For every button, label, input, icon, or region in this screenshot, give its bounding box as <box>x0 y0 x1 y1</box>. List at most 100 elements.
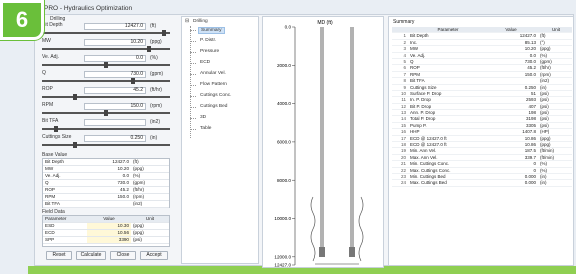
window-titlebar: PRO - Hydraulics Optimization <box>34 4 574 14</box>
openhole-left <box>310 196 316 262</box>
reset-button[interactable]: Reset <box>46 251 72 260</box>
param-slider-knob[interactable] <box>104 110 108 116</box>
tree-root-toggle-icon[interactable]: ⊟ <box>185 19 189 24</box>
summary-row-unit: (ft) <box>540 33 546 39</box>
summary-row-parameter: Min. Ann Vel. <box>410 148 437 154</box>
tree-item[interactable]: Summary <box>198 27 225 34</box>
summary-row-value: 0.0 <box>529 52 536 58</box>
summary-row-parameter: Min. Cuttings Bed <box>410 173 446 179</box>
field-data-row: ECD 10.56 (ppg) <box>43 230 169 237</box>
param-label: MW <box>42 38 51 44</box>
summary-row-value: 187.5 <box>524 148 536 154</box>
param-label: Cuttings Size <box>42 134 72 140</box>
param-slider-track[interactable] <box>42 32 170 34</box>
summary-row-index: 5 <box>403 58 406 64</box>
accept-button[interactable]: Accept <box>140 251 168 260</box>
summary-row-value: 3198 <box>525 116 536 122</box>
summary-row-parameter: Pump P. <box>410 122 427 128</box>
summary-row-value: 10.20 <box>524 46 536 52</box>
tree-item[interactable]: Table <box>198 126 213 131</box>
summary-row-unit: (ppg) <box>540 135 551 141</box>
summary-row-index: 13 <box>400 110 406 116</box>
base-value-row: ROP 45.2 (ft/hr) <box>43 187 169 194</box>
tree-branch-line <box>190 74 196 75</box>
tree-item[interactable]: Flow Pattern <box>198 82 229 87</box>
summary-row-unit: (%) <box>540 167 547 173</box>
param-value-input[interactable]: 12427.0 <box>84 23 146 30</box>
summary-row-index: 4 <box>403 52 406 58</box>
summary-row-value: 3305 <box>525 122 536 128</box>
summary-row-parameter: In. P. Drop <box>410 97 431 103</box>
param-value-input[interactable] <box>84 119 146 126</box>
field-row-value-input[interactable]: 10.56 <box>87 230 131 236</box>
summary-row-parameter: Ve. Adj. <box>410 52 426 58</box>
tree-item[interactable]: P. Distr. <box>198 38 218 43</box>
tree-branch-line <box>190 63 196 64</box>
summary-row-index: 6 <box>403 65 406 71</box>
param-slider-track[interactable] <box>42 128 170 130</box>
param-slider-knob[interactable] <box>147 46 152 52</box>
summary-row-parameter: Q <box>410 58 414 64</box>
tree-branch-line <box>190 41 196 42</box>
param-value-input[interactable]: 0.0 <box>84 55 146 62</box>
param-slider-knob[interactable] <box>131 78 136 84</box>
tree-item[interactable]: Pressure <box>198 49 221 54</box>
summary-row-index: 3 <box>403 46 406 52</box>
calculate-button[interactable]: Calculate <box>76 251 106 260</box>
summary-row-unit: (ft/hr) <box>540 65 551 71</box>
summary-row-parameter: ROP <box>410 65 420 71</box>
summary-row-unit: (in) <box>540 180 547 186</box>
param-value-input[interactable]: 10.20 <box>84 39 146 46</box>
param-slider-knob[interactable] <box>162 30 167 36</box>
base-row-unit: (rpm) <box>133 194 144 199</box>
tree-item[interactable]: Cuttings Bed <box>198 104 229 109</box>
summary-row-parameter: Surface P. Drop <box>410 90 442 96</box>
param-slider-knob[interactable] <box>73 142 77 148</box>
base-row-value: 45.2 <box>120 187 129 192</box>
base-value-row: MW 10.20 (ppg) <box>43 166 169 173</box>
param-value-input[interactable]: 0.250 <box>84 135 146 142</box>
summary-panel: Summary Parameter Value Unit 1 Bit Depth 1… <box>388 16 574 266</box>
param-value-input[interactable]: 730.0 <box>84 71 146 78</box>
summary-row-value: 0.000 <box>524 180 536 186</box>
tree-item[interactable]: ECD <box>198 60 212 65</box>
tree-branch-line <box>190 85 196 86</box>
summary-row-value: 2593 <box>525 97 536 103</box>
summary-row-parameter: RPM <box>410 71 420 77</box>
param-value-input[interactable]: 45.2 <box>84 87 146 94</box>
base-row-value: 0.0 <box>122 173 129 178</box>
summary-row-unit: (%) <box>540 161 547 167</box>
summary-header-unit: Unit <box>551 27 560 32</box>
param-slider-knob[interactable] <box>104 62 108 68</box>
param-slider-knob[interactable] <box>73 94 77 100</box>
close-button[interactable]: Close <box>110 251 136 260</box>
field-row-value-input[interactable]: 3390 <box>87 237 131 243</box>
summary-row-value: 85.13 <box>524 39 536 45</box>
tree-item[interactable]: Cuttings Conc. <box>198 93 233 98</box>
field-row-value-input[interactable]: 10.30 <box>87 223 131 229</box>
tree-root-drilling[interactable]: Drilling <box>193 19 208 24</box>
base-row-name: Ve. Adj. <box>45 173 61 178</box>
bha-right <box>349 247 355 257</box>
summary-row-unit: (ft/min) <box>540 148 554 154</box>
summary-row-value: 0.250 <box>524 84 536 90</box>
summary-row-unit: (ppg) <box>540 142 551 148</box>
tree-item[interactable]: 3D <box>198 115 208 120</box>
param-slider-track[interactable] <box>42 96 170 98</box>
summary-row-index: 2 <box>403 39 406 45</box>
summary-row-unit: (°) <box>540 39 545 45</box>
summary-row-unit: (in2) <box>540 78 550 84</box>
param-slider-knob[interactable] <box>54 126 59 132</box>
base-row-name: Bit TFA <box>45 201 60 206</box>
summary-row: 24 Max. Cuttings Bed 0.000 (in) <box>392 180 572 187</box>
right-edge <box>576 0 584 274</box>
base-row-value: 730.0 <box>117 180 130 185</box>
param-value-input[interactable]: 150.0 <box>84 103 146 110</box>
summary-row-parameter: Cuttings Size <box>410 84 437 90</box>
param-slider-track[interactable] <box>42 80 170 82</box>
step-number: 6 <box>15 7 29 32</box>
tree-item[interactable]: Annular Vel. <box>198 71 228 76</box>
field-data-row: SPP 3390 (psi) <box>43 237 169 244</box>
summary-row-parameter: Max. Ann Vel. <box>410 154 438 160</box>
param-slider-track[interactable] <box>42 144 170 146</box>
